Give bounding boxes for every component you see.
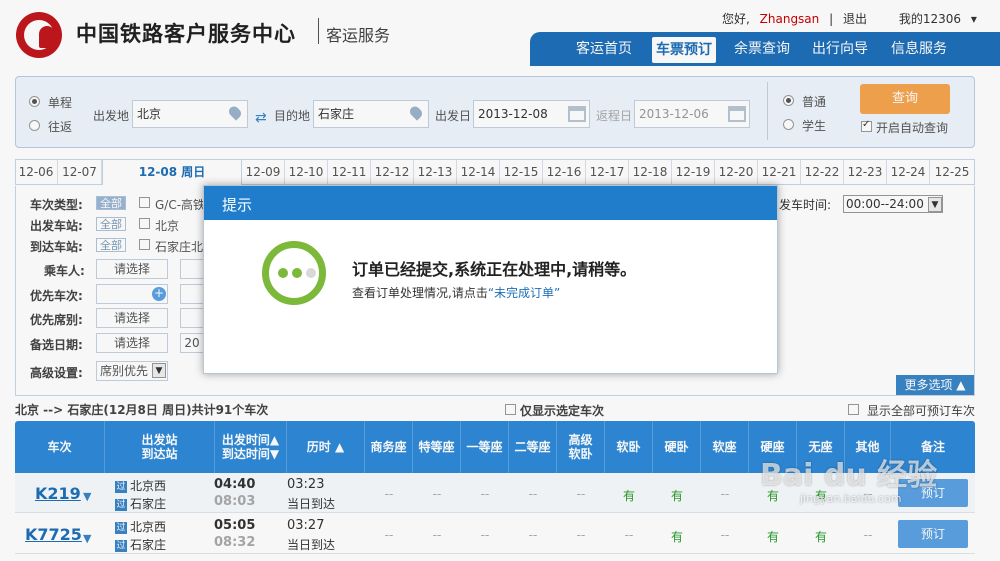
dialog-message: 订单已经提交,系统正在处理中,请稍等。: [352, 260, 637, 279]
dialog-title: 提示: [222, 196, 253, 214]
dialog-header: 提示: [204, 186, 777, 220]
processing-icon: [262, 241, 326, 305]
dialog-submessage: 查看订单处理情况,请点击“未完成订单”: [352, 286, 561, 300]
unfinished-orders-link[interactable]: “未完成订单”: [488, 286, 560, 300]
info-dialog: 提示 订单已经提交,系统正在处理中,请稍等。 查看订单处理情况,请点击“未完成订…: [203, 185, 778, 374]
